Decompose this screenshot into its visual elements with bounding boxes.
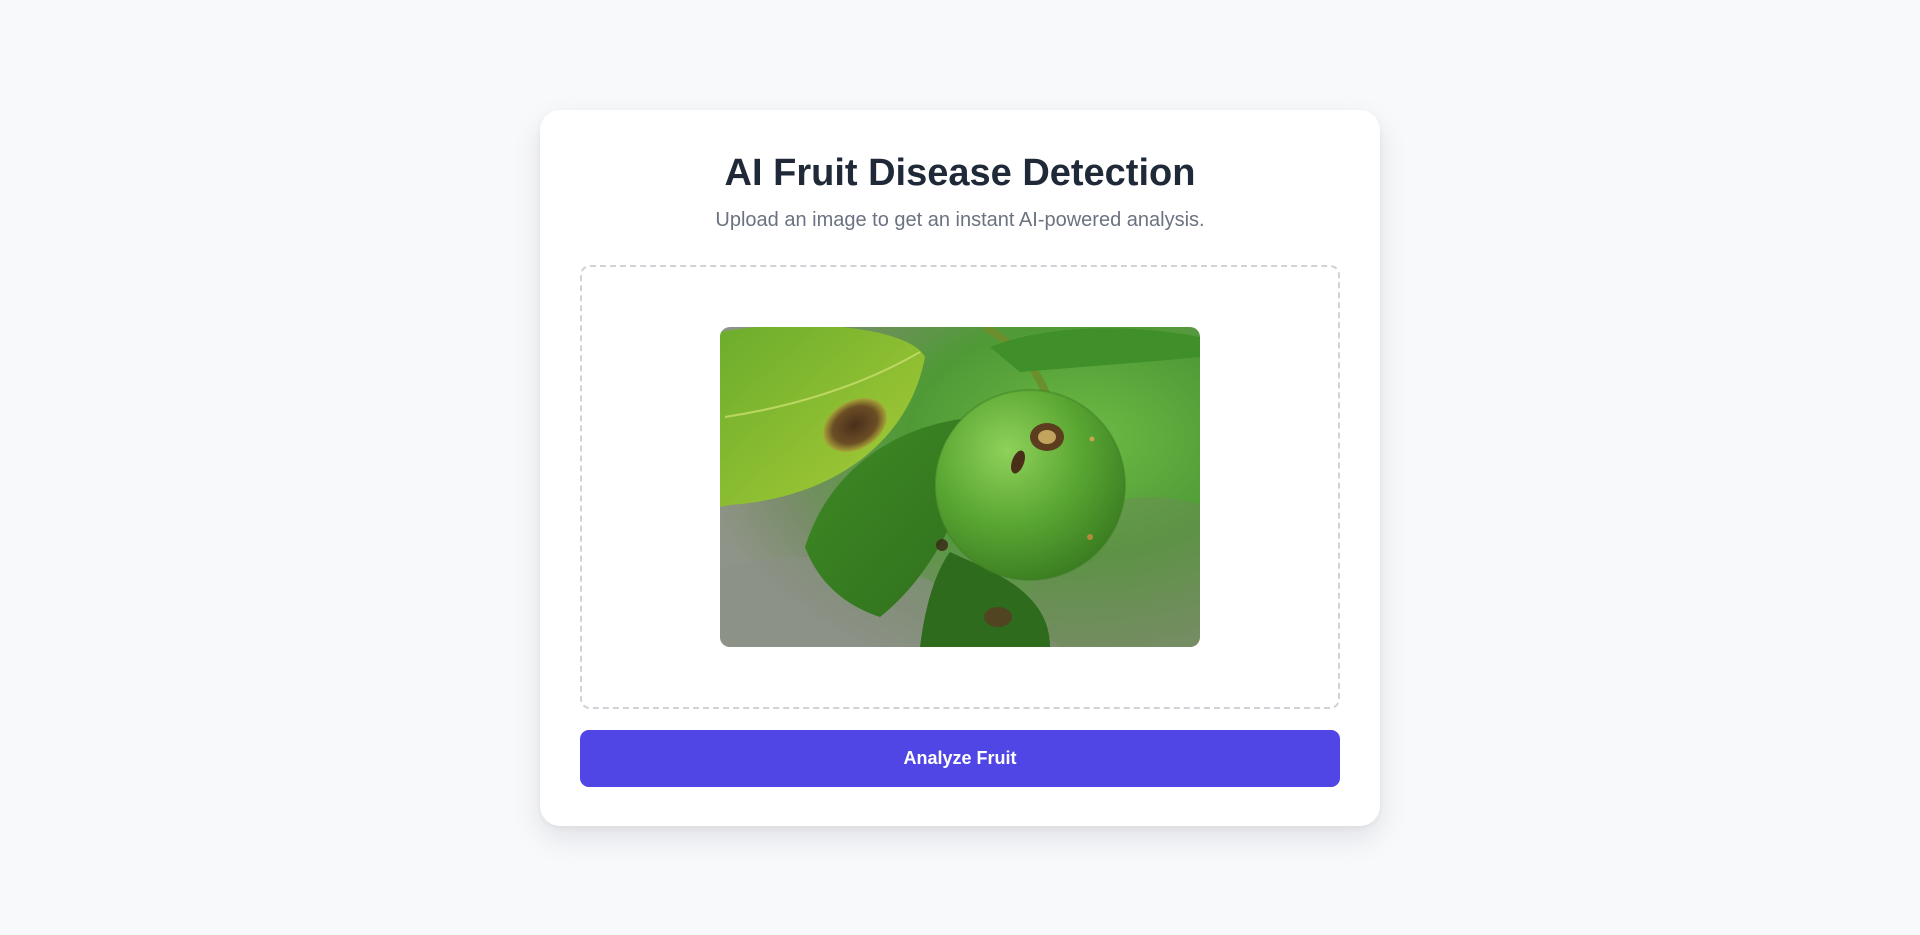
analyze-fruit-button[interactable]: Analyze Fruit [580,730,1340,787]
upload-card: AI Fruit Disease Detection Upload an ima… [540,110,1380,826]
fruit-image-preview [720,327,1200,647]
image-dropzone[interactable] [580,265,1340,709]
page-title: AI Fruit Disease Detection [724,152,1196,194]
page-subtitle: Upload an image to get an instant AI-pow… [715,209,1205,231]
